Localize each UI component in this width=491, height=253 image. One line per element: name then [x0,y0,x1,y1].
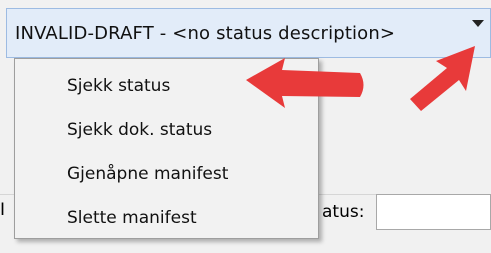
annotation-arrows [246,46,475,111]
arrow-pointing-up-right-icon [410,46,475,111]
arrow-pointing-left-icon [246,58,364,108]
